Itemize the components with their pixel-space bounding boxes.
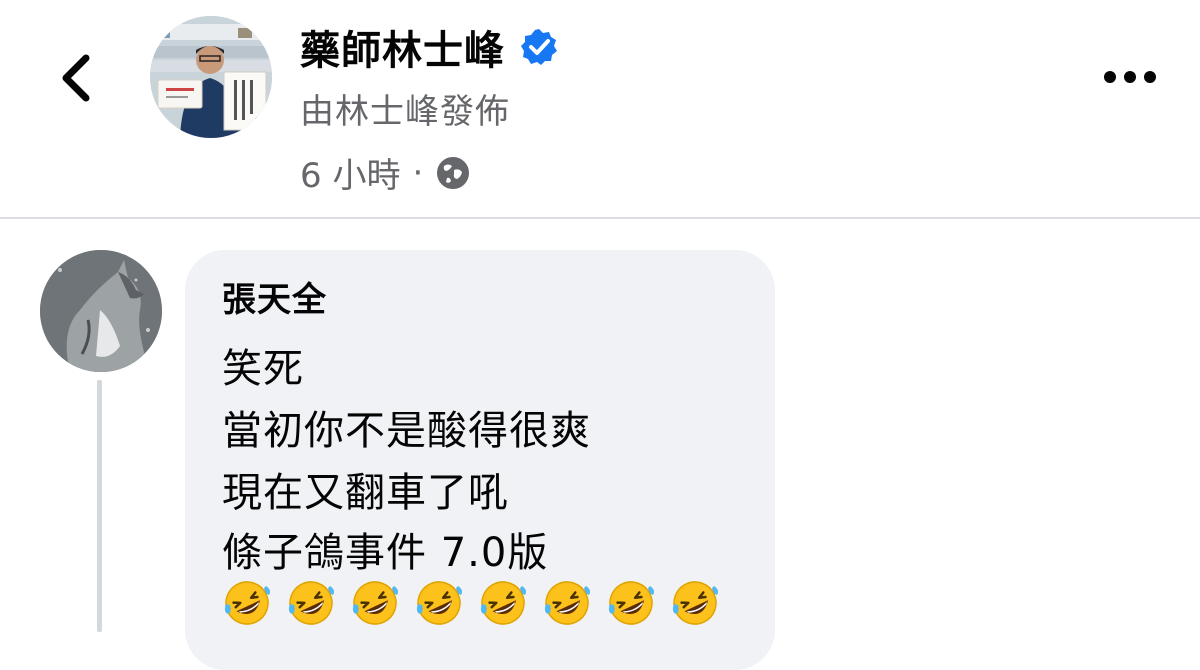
post-time[interactable]: 6 小時 <box>300 148 400 197</box>
globe-icon <box>437 156 470 189</box>
rolling-laughing-emoji-icon <box>672 581 718 625</box>
rolling-laughing-emoji-icon <box>224 581 270 625</box>
page-avatar[interactable] <box>150 16 272 138</box>
page-name[interactable]: 藥師林士峰 <box>300 18 559 76</box>
back-chevron-icon[interactable] <box>52 48 100 108</box>
rolling-laughing-emoji-icon <box>352 581 398 625</box>
rolling-laughing-emoji-icon <box>544 581 590 625</box>
emoji-row <box>222 578 720 628</box>
page-name-text[interactable]: 藥師林士峰 <box>300 18 505 76</box>
comment-text-line-3: 現在又翻車了吼 <box>222 470 509 516</box>
rolling-laughing-emoji-icon <box>480 581 526 625</box>
meta-separator: · <box>412 152 424 193</box>
commenter-avatar[interactable] <box>40 250 162 372</box>
post-meta: 6 小時 · <box>300 148 471 197</box>
verified-badge-icon <box>521 29 557 65</box>
comment-author[interactable]: 張天全 <box>222 272 327 321</box>
comment-text-line-1: 笑死 <box>222 346 304 392</box>
comment-text-line-2: 當初你不是酸得很爽 <box>222 408 591 454</box>
comment-text-line-4: 條子鴿事件 7.0版 <box>222 530 549 576</box>
rolling-laughing-emoji-icon <box>416 581 462 625</box>
post-header: 藥師林士峰 由林士峰發佈 6 小時 · <box>0 0 1200 218</box>
more-options-icon[interactable] <box>1100 62 1160 92</box>
header-divider <box>0 217 1200 219</box>
reply-thread-line <box>97 380 102 632</box>
posted-by-text: 由林士峰發佈 <box>300 92 510 132</box>
rolling-laughing-emoji-icon <box>608 581 654 625</box>
rolling-laughing-emoji-icon <box>288 581 334 625</box>
